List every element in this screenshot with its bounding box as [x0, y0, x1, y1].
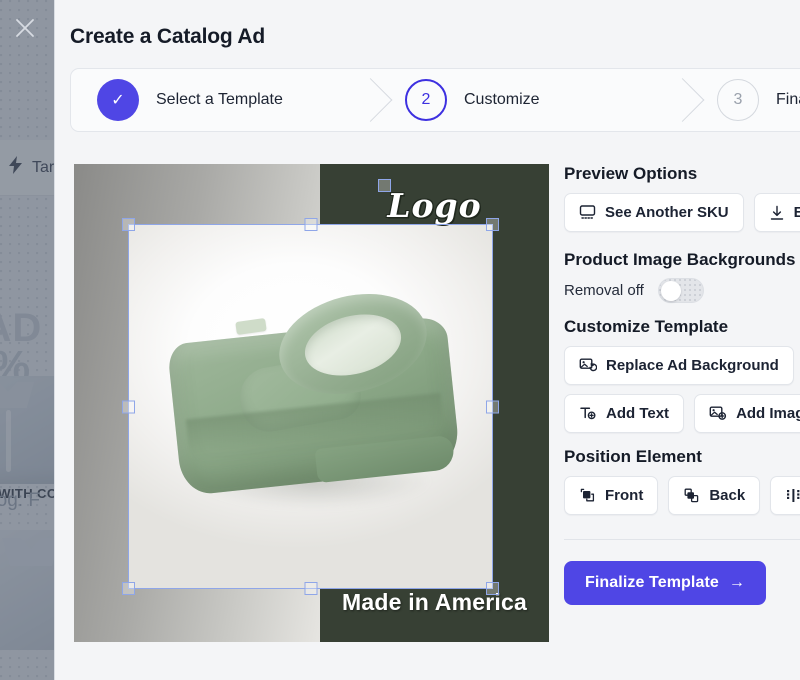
preview-options-heading: Preview Options [564, 164, 698, 183]
replace-ad-background-label: Replace Ad Background [606, 357, 779, 374]
toggle-knob [660, 280, 681, 301]
step-customize[interactable]: 2 Customize [379, 69, 665, 131]
image-plus-icon [709, 405, 727, 422]
add-image-button[interactable]: Add Image [694, 394, 800, 433]
step-separator-1 [353, 69, 379, 131]
arrow-right-icon: → [728, 574, 745, 591]
ad-logo-text[interactable]: Logo [320, 186, 549, 225]
ad-tagline-text[interactable]: Made in America [320, 589, 549, 616]
step-select-template[interactable]: ✓ Select a Template [71, 69, 353, 131]
background-removal-toggle[interactable] [657, 278, 704, 303]
replace-ad-background-button[interactable]: Replace Ad Background [564, 346, 794, 385]
step-2-marker: 2 [405, 79, 447, 121]
finalize-template-label: Finalize Template [585, 574, 719, 591]
align-distribute-button[interactable] [770, 476, 800, 515]
step-1-marker: ✓ [97, 79, 139, 121]
send-to-back-button[interactable]: Back [668, 476, 761, 515]
step-separator-2 [665, 69, 691, 131]
export-button[interactable]: Export [753, 193, 800, 232]
create-catalog-ad-modal: Create a Catalog Ad ✓ Select a Template … [54, 0, 800, 680]
sweater-label-tag [235, 317, 267, 336]
product-image-backgrounds-heading: Product Image Backgrounds [564, 250, 796, 269]
wizard-stepper: ✓ Select a Template 2 Customize 3 Finali… [70, 68, 800, 132]
step-finalize[interactable]: 3 Finalize [691, 69, 800, 131]
background-removal-label: Removal off [564, 282, 644, 299]
background-removal-row: Removal off [564, 278, 800, 303]
bring-to-front-icon [579, 487, 596, 504]
add-text-label: Add Text [606, 405, 670, 422]
step-2-label: Customize [464, 91, 540, 108]
step-1-label: Select a Template [156, 91, 283, 108]
customize-template-buttons-row-1: Replace Ad Background [564, 346, 800, 385]
step-3-marker: 3 [717, 79, 759, 121]
export-label: Export [794, 204, 800, 221]
customize-template-buttons-row-2: Add Text Add Image [564, 394, 800, 433]
page-title: Create a Catalog Ad [70, 25, 265, 48]
close-x-icon [14, 17, 36, 39]
step-3-label: Finalize [776, 91, 800, 108]
position-element-buttons: Front Back [564, 476, 800, 515]
monitor-sku-icon [579, 204, 596, 221]
product-image[interactable] [128, 224, 493, 589]
tools-side-panel: Preview Options See Another SKU Export [564, 164, 800, 664]
send-to-back-label: Back [709, 487, 746, 504]
add-image-label: Add Image [736, 405, 800, 422]
align-distribute-icon [785, 487, 800, 504]
bring-to-front-label: Front [605, 487, 644, 504]
customize-template-heading: Customize Template [564, 317, 729, 336]
see-another-sku-label: See Another SKU [605, 204, 729, 221]
bring-to-front-button[interactable]: Front [564, 476, 659, 515]
add-text-button[interactable]: Add Text [564, 394, 685, 433]
text-plus-icon [579, 405, 597, 422]
see-another-sku-button[interactable]: See Another SKU [564, 193, 744, 232]
panel-divider [564, 539, 800, 540]
position-element-heading: Position Element [564, 447, 702, 466]
download-icon [769, 205, 785, 221]
image-replace-icon [579, 357, 597, 374]
close-button[interactable] [10, 13, 40, 43]
preview-options-buttons: See Another SKU Export [564, 193, 800, 232]
finalize-template-button[interactable]: Finalize Template → [564, 561, 766, 605]
send-to-back-icon [683, 487, 700, 504]
ad-preview-canvas[interactable]: Logo Made in America [74, 164, 549, 642]
